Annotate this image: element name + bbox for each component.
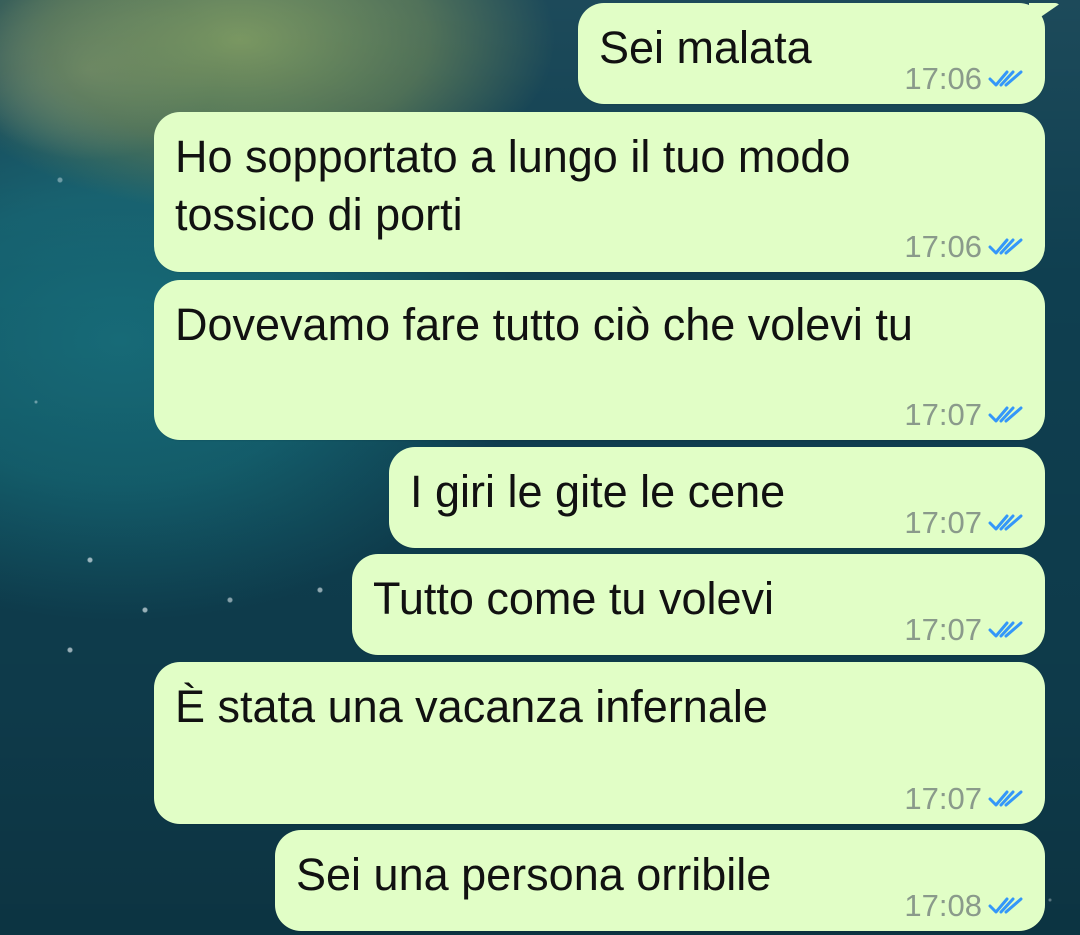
message-bubble-6[interactable]: È stata una vacanza infernale 17:07 [154, 662, 1045, 824]
double-check-icon [988, 790, 1023, 807]
double-check-icon [988, 621, 1023, 638]
message-text-3: Dovevamo fare tutto ciò che volevi tu [175, 299, 913, 350]
message-time-7: 17:08 [904, 888, 982, 923]
double-check-icon [988, 514, 1023, 531]
message-bubble-3[interactable]: Dovevamo fare tutto ciò che volevi tu 17… [154, 280, 1045, 440]
message-meta-2: 17:06 [904, 231, 1023, 262]
message-text-6: È stata una vacanza infernale [175, 681, 768, 732]
message-meta-3: 17:07 [904, 399, 1023, 430]
message-text-1: Sei malata [599, 22, 812, 73]
message-bubble-7[interactable]: Sei una persona orribile 17:08 [275, 830, 1045, 931]
double-check-icon [988, 406, 1023, 423]
chat-thread[interactable]: Sei malata 17:06 Ho sopportato a lungo i… [0, 0, 1080, 935]
message-time-6: 17:07 [904, 781, 982, 816]
message-meta-6: 17:07 [904, 783, 1023, 814]
message-meta-4: 17:07 [904, 507, 1023, 538]
message-text-5: Tutto come tu volevi [373, 573, 775, 624]
message-bubble-5[interactable]: Tutto come tu volevi 17:07 [352, 554, 1045, 655]
message-time-4: 17:07 [904, 505, 982, 540]
message-time-5: 17:07 [904, 612, 982, 647]
message-text-2: Ho sopportato a lungo il tuo modo tossic… [175, 131, 863, 240]
message-meta-7: 17:08 [904, 890, 1023, 921]
message-bubble-4[interactable]: I giri le gite le cene 17:07 [389, 447, 1045, 548]
double-check-icon [988, 897, 1023, 914]
message-text-4: I giri le gite le cene [410, 466, 786, 517]
message-text-7: Sei una persona orribile [296, 849, 772, 900]
message-meta-5: 17:07 [904, 614, 1023, 645]
double-check-icon [988, 238, 1023, 255]
message-bubble-1[interactable]: Sei malata 17:06 [578, 3, 1045, 104]
message-time-3: 17:07 [904, 397, 982, 432]
message-time-1: 17:06 [904, 61, 982, 96]
message-bubble-2[interactable]: Ho sopportato a lungo il tuo modo tossic… [154, 112, 1045, 272]
double-check-icon [988, 70, 1023, 87]
message-time-2: 17:06 [904, 229, 982, 264]
message-meta-1: 17:06 [904, 63, 1023, 94]
